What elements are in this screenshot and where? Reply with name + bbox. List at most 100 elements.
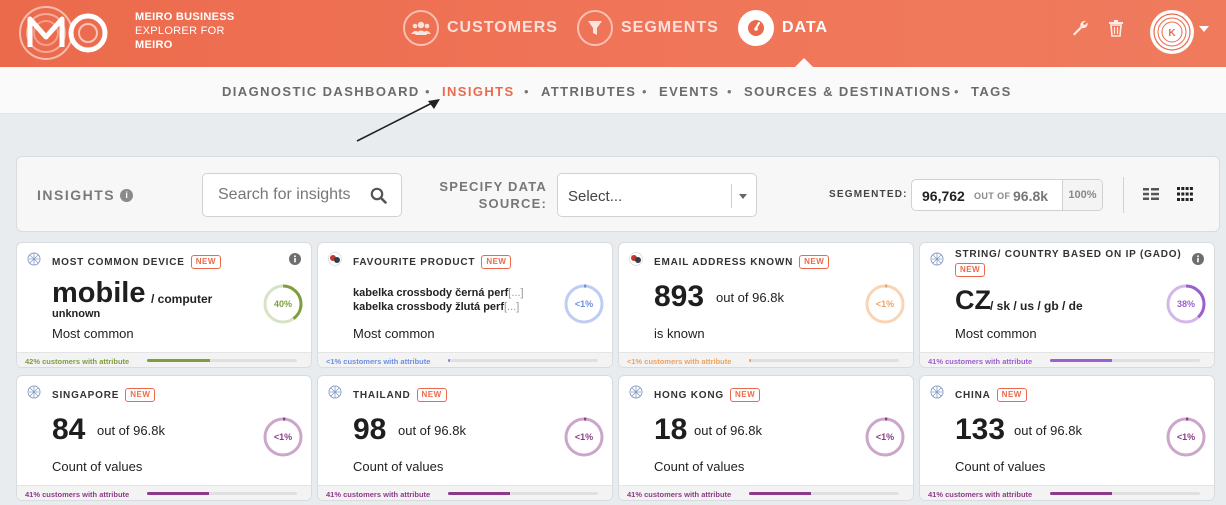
- tile-value: 893: [654, 280, 705, 313]
- coverage-bar-fill: [448, 359, 450, 362]
- source-select[interactable]: Select...: [557, 173, 757, 217]
- meiro-logo-icon[interactable]: [18, 5, 110, 61]
- top-bar: MEIRO BUSINESS EXPLORER FOR MEIRO CUSTOM…: [0, 0, 1226, 67]
- coverage-bar-fill: [448, 492, 510, 495]
- percentage-ring-label: <1%: [273, 432, 293, 442]
- insight-tile-country-based-on-ip[interactable]: STRING/ COUNTRY BASED ON IP (GADO) NEW CZ…: [919, 242, 1215, 368]
- coverage-text: 41% customers with attribute: [928, 490, 1033, 499]
- subnav-separator: •: [727, 84, 732, 99]
- tile-footer: <1% customers with attribute: [619, 352, 913, 367]
- insight-tile-thailand[interactable]: THAILAND NEW 98 out of 96.8k Count of val…: [317, 375, 613, 501]
- coverage-bar: [147, 492, 297, 495]
- tile-value: 18: [654, 413, 688, 446]
- info-icon[interactable]: [289, 253, 301, 265]
- brand-line-2: EXPLORER FOR: [135, 25, 225, 37]
- tile-title: STRING/ COUNTRY BASED ON IP (GADO) NEW: [955, 249, 1185, 277]
- insight-tile-favourite-product[interactable]: FAVOURITE PRODUCT NEW kabelka crossbody č…: [317, 242, 613, 368]
- tile-subtitle: Count of values: [654, 459, 745, 474]
- funnel-icon: [577, 10, 613, 46]
- new-badge: NEW: [125, 388, 156, 402]
- tile-subtitle: Most common: [52, 326, 134, 341]
- tile-title-text: EMAIL ADDRESS KNOWN: [654, 256, 794, 268]
- chevron-down-icon[interactable]: [739, 194, 747, 199]
- user-avatar[interactable]: K: [1150, 10, 1194, 54]
- coverage-text: 41% customers with attribute: [326, 490, 431, 499]
- insight-tile-china[interactable]: CHINA NEW 133 out of 96.8k Count of value…: [919, 375, 1215, 501]
- avatar-dropdown-caret-icon[interactable]: [1199, 26, 1209, 32]
- tile-title: HONG KONG NEW: [654, 388, 761, 402]
- subnav-tags[interactable]: TAGS: [971, 84, 1012, 99]
- subnav-events[interactable]: EVENTS: [659, 84, 719, 99]
- gauge-icon: [738, 10, 774, 46]
- main-nav-customers-label: CUSTOMERS: [447, 19, 558, 36]
- main-nav-customers[interactable]: CUSTOMERS: [403, 8, 558, 48]
- tile-out-of: out of 96.8k: [694, 423, 762, 438]
- percentage-ring: <1%: [864, 283, 906, 325]
- coverage-text: 41% customers with attribute: [928, 357, 1033, 366]
- tile-alt-values: / computer: [151, 292, 213, 306]
- tile-subtitle: is known: [654, 326, 705, 341]
- insights-title-text: INSIGHTS: [37, 187, 116, 203]
- coverage-bar-fill: [147, 492, 209, 495]
- tile-subtitle: Count of values: [52, 459, 143, 474]
- data-source-icon: [27, 252, 41, 266]
- insight-tile-singapore[interactable]: SINGAPORE NEW 84 out of 96.8k Count of va…: [16, 375, 312, 501]
- brand-line-3: MEIRO: [135, 39, 173, 51]
- subnav-sources-destinations[interactable]: SOURCES & DESTINATIONS: [744, 84, 952, 99]
- search-icon[interactable]: [370, 187, 387, 204]
- search-input[interactable]: [203, 174, 363, 216]
- info-icon[interactable]: i: [120, 188, 134, 202]
- new-badge: NEW: [729, 388, 761, 402]
- subnav-insights[interactable]: INSIGHTS: [442, 84, 515, 99]
- info-icon[interactable]: [1192, 253, 1204, 265]
- tile-title: THAILAND NEW: [353, 388, 447, 402]
- main-nav-segments[interactable]: SEGMENTS: [577, 8, 719, 48]
- percentage-ring: 40%: [262, 283, 304, 325]
- tile-footer: 41% customers with attribute: [318, 485, 612, 500]
- tile-footer: 41% customers with attribute: [920, 485, 1214, 500]
- tile-footer: 41% customers with attribute: [920, 352, 1214, 367]
- segmented-count: 96,762: [922, 188, 965, 204]
- wrench-icon[interactable]: [1070, 18, 1090, 38]
- coverage-bar: [448, 359, 598, 362]
- coverage-bar-fill: [749, 492, 811, 495]
- tile-out-of: out of 96.8k: [97, 423, 165, 438]
- tile-title: CHINA NEW: [955, 388, 1027, 402]
- coverage-bar-fill: [749, 359, 751, 362]
- tile-title-text: FAVOURITE PRODUCT: [353, 256, 476, 268]
- percentage-ring-label: <1%: [1176, 432, 1196, 442]
- tile-footer: <1% customers with attribute: [318, 352, 612, 367]
- insight-tile-hong-kong[interactable]: HONG KONG NEW 18 out of 96.8k Count of va…: [618, 375, 914, 501]
- data-source-icon: [629, 385, 643, 399]
- tile-title: EMAIL ADDRESS KNOWN NEW: [654, 255, 830, 269]
- select-divider: [731, 184, 732, 208]
- data-source-icon: [930, 252, 944, 266]
- new-badge: NEW: [481, 255, 512, 269]
- tile-value: CZ: [955, 285, 991, 315]
- main-nav-data[interactable]: DATA: [738, 8, 828, 48]
- insight-tile-email-address-known[interactable]: EMAIL ADDRESS KNOWN NEW 893 out of 96.8k …: [618, 242, 914, 368]
- coverage-bar: [1050, 359, 1200, 362]
- grid-view-icon[interactable]: [1177, 187, 1193, 201]
- data-source-icon: [27, 385, 41, 399]
- subnav-attributes[interactable]: ATTRIBUTES: [541, 84, 636, 99]
- new-badge: NEW: [799, 255, 830, 269]
- source-select-value: Select...: [568, 188, 623, 205]
- sub-nav: DIAGNOSTIC DASHBOARD • INSIGHTS • ATTRIB…: [0, 67, 1226, 114]
- tile-subtitle: Most common: [955, 326, 1037, 341]
- trash-icon[interactable]: [1106, 18, 1126, 38]
- tile-value: 98: [353, 413, 387, 446]
- list-view-icon[interactable]: [1143, 187, 1159, 201]
- coverage-bar: [749, 492, 899, 495]
- tile-subtitle: Count of values: [353, 459, 444, 474]
- subnav-separator: •: [642, 84, 647, 99]
- segmented-label: SEGMENTED:: [829, 189, 908, 200]
- percentage-ring-label: <1%: [574, 299, 594, 309]
- tile-title-text: MOST COMMON DEVICE: [52, 256, 185, 268]
- tile-title-text: THAILAND: [353, 389, 411, 401]
- tile-out-of: out of 96.8k: [716, 290, 784, 305]
- data-source-icon: [930, 385, 944, 399]
- tile-value-line-2-text: kabelka crossbody žlutá perf: [353, 301, 504, 313]
- tile-footer: 41% customers with attribute: [619, 485, 913, 500]
- insight-tile-most-common-device[interactable]: MOST COMMON DEVICE NEW mobile / computer …: [16, 242, 312, 368]
